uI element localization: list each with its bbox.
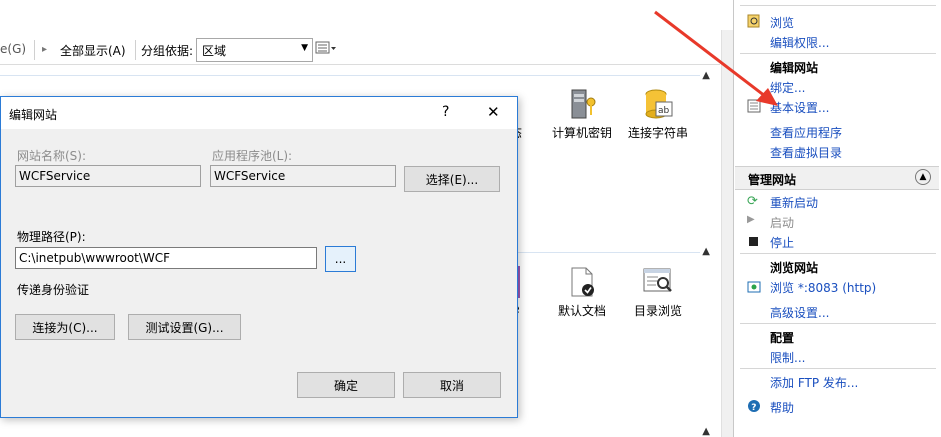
action-add-ftp[interactable]: 添加 FTP 发布... xyxy=(770,374,858,391)
ok-button[interactable]: 确定 xyxy=(297,372,395,398)
physical-path-label: 物理路径(P): xyxy=(17,230,86,244)
action-help[interactable]: 帮助 xyxy=(770,399,794,416)
feature-directory-browsing[interactable]: 目录浏览 xyxy=(618,266,698,319)
browse-icon xyxy=(747,14,761,28)
close-button[interactable]: ✕ xyxy=(487,103,500,121)
action-start: 启动 xyxy=(770,216,795,230)
show-all-icon[interactable]: ▸ xyxy=(42,44,47,55)
show-all-button[interactable]: 全部显示(A) xyxy=(60,42,126,59)
collapse-section-icon[interactable]: ▲ xyxy=(702,426,710,437)
site-name-field: WCFService xyxy=(15,165,201,187)
browse-path-button[interactable]: ... xyxy=(325,246,356,272)
feature-label: 连接字符串 xyxy=(627,126,688,140)
action-view-applications[interactable]: 查看应用程序 xyxy=(770,124,842,141)
svg-text:?: ? xyxy=(751,403,756,413)
feature-default-document[interactable]: 默认文档 xyxy=(542,266,622,319)
action-advanced-settings[interactable]: 高级设置... xyxy=(770,304,829,321)
physical-path-input[interactable]: C:\inetpub\wwwroot\WCF xyxy=(15,247,317,269)
action-restart[interactable]: 重新启动 xyxy=(770,194,818,211)
app-pool-label: 应用程序池(L): xyxy=(212,149,293,163)
view-mode-icon[interactable] xyxy=(315,40,337,59)
config-heading: 配置 xyxy=(770,331,795,345)
basic-settings-icon xyxy=(747,99,761,113)
stop-icon xyxy=(747,235,761,249)
browse-site-icon xyxy=(747,280,761,294)
start-icon: ▶ xyxy=(747,214,755,225)
help-button[interactable]: ? xyxy=(442,104,449,120)
dialog-title: 编辑网站 xyxy=(9,108,58,122)
group-by-select[interactable]: 区域 ▼ xyxy=(196,38,313,62)
feature-label: 计算机密钥 xyxy=(551,126,612,140)
feature-label: 默认文档 xyxy=(557,304,606,318)
directory-browsing-icon xyxy=(642,266,674,298)
collapse-icon[interactable]: ▲ xyxy=(915,169,931,185)
edit-site-dialog: 编辑网站 ? ✕ 网站名称(S): WCFService 应用程序池(L): W… xyxy=(0,96,518,418)
pass-through-auth-label: 传递身份验证 xyxy=(17,283,90,297)
dialog-titlebar[interactable]: 编辑网站 ? ✕ xyxy=(1,97,517,129)
cancel-button[interactable]: 取消 xyxy=(403,372,501,398)
site-name-label: 网站名称(S): xyxy=(17,149,87,163)
test-settings-button[interactable]: 测试设置(G)... xyxy=(128,314,241,340)
actions-pane: 浏览 编辑权限... 编辑网站 绑定... 基本设置... 查看应用程序 查看虚… xyxy=(733,0,941,437)
feature-machine-key[interactable]: 计算机密钥 xyxy=(542,88,622,141)
svg-text:ab: ab xyxy=(658,106,670,116)
collapse-section-icon[interactable]: ▲ xyxy=(702,70,710,81)
restart-icon: ⟳ xyxy=(747,194,758,209)
action-edit-permissions[interactable]: 编辑权限... xyxy=(770,34,829,51)
action-basic-settings[interactable]: 基本设置... xyxy=(770,99,829,116)
action-browse-port[interactable]: 浏览 *:8083 (http) xyxy=(770,279,876,296)
help-icon: ? xyxy=(747,399,761,413)
action-limits[interactable]: 限制... xyxy=(770,349,805,366)
edit-site-heading: 编辑网站 xyxy=(770,61,819,75)
feature-connection-strings[interactable]: ab 连接字符串 xyxy=(618,88,698,141)
go-button[interactable]: e(G) xyxy=(0,42,26,56)
group-by-label: 分组依据: xyxy=(141,44,194,58)
select-app-pool-button[interactable]: 选择(E)... xyxy=(404,166,500,192)
default-document-icon xyxy=(566,266,598,298)
connect-as-button[interactable]: 连接为(C)... xyxy=(15,314,115,340)
collapse-section-icon[interactable]: ▲ xyxy=(702,246,710,257)
features-toolbar: e(G) ▸ 全部显示(A) 分组依据: 区域 ▼ xyxy=(0,36,720,65)
action-view-virtual-directories[interactable]: 查看虚拟目录 xyxy=(770,144,842,161)
action-browse[interactable]: 浏览 xyxy=(770,14,794,31)
connection-strings-icon: ab xyxy=(642,88,674,120)
machine-key-icon xyxy=(566,88,598,120)
action-bindings[interactable]: 绑定... xyxy=(770,79,805,96)
chevron-down-icon: ▼ xyxy=(301,43,308,53)
browse-site-heading: 浏览网站 xyxy=(770,261,819,275)
feature-label: 目录浏览 xyxy=(633,304,682,318)
manage-site-header[interactable]: 管理网站 ▲ xyxy=(735,166,939,190)
group-by-value: 区域 xyxy=(202,44,227,58)
action-stop[interactable]: 停止 xyxy=(770,234,794,251)
app-pool-field: WCFService xyxy=(210,165,396,187)
manage-site-heading: 管理网站 xyxy=(748,173,797,187)
